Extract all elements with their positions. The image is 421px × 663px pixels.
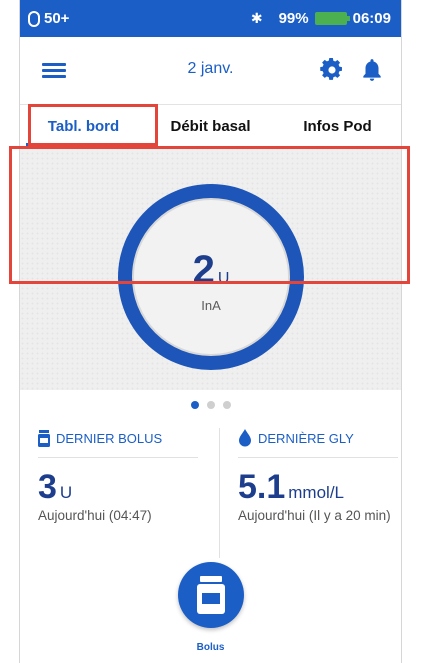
last-bolus-header: DERNIER BOLUS xyxy=(38,428,208,448)
last-glucose-card: DERNIÈRE GLY 5.1 mmol/L Aujourd'hui (Il y… xyxy=(238,428,401,524)
highlight-tab-frame xyxy=(28,104,158,146)
last-glucose-rule xyxy=(238,457,398,458)
bolus-button-label[interactable]: Bolus xyxy=(20,642,401,653)
phone-screen: 50+ ✱ 99% 06:09 2 janv. Tabl. bord Débit… xyxy=(19,0,402,663)
gear-icon[interactable] xyxy=(319,57,345,83)
page-dot-2 xyxy=(206,401,215,409)
system-status: ✱ 99% 06:09 xyxy=(251,10,391,27)
battery-icon xyxy=(314,12,350,25)
page-indicator xyxy=(20,396,401,414)
last-glucose-title: DERNIÈRE GLY xyxy=(258,430,354,446)
bluetooth-icon: ✱ xyxy=(250,10,263,26)
page-dot-1 xyxy=(190,401,199,409)
last-glucose-time: Aujourd'hui (Il y a 20 min) xyxy=(238,508,391,523)
tab-basal-rate[interactable]: Débit basal xyxy=(147,105,274,146)
summary-divider xyxy=(219,428,220,558)
page-dot-3 xyxy=(222,401,231,409)
pod-level: 50+ xyxy=(44,10,70,27)
status-bar: 50+ ✱ 99% 06:09 xyxy=(20,0,401,37)
last-bolus-time: Aujourd'hui (04:47) xyxy=(38,508,152,523)
app-header: 2 janv. xyxy=(20,37,401,104)
last-bolus-rule xyxy=(38,457,198,458)
pod-status: 50+ xyxy=(28,10,69,27)
blood-drop-icon xyxy=(239,429,251,447)
last-bolus-unit: U xyxy=(59,483,73,502)
last-glucose-unit: mmol/L xyxy=(288,483,344,502)
last-bolus-value: 3 xyxy=(38,468,57,506)
battery-percent: 99% xyxy=(278,10,309,27)
last-glucose-amount: 5.1 mmol/L xyxy=(238,468,401,507)
bolus-vial-icon xyxy=(197,576,225,614)
tab-pod-info[interactable]: Infos Pod xyxy=(274,105,401,146)
last-glucose-value: 5.1 xyxy=(238,468,286,506)
pod-icon xyxy=(28,10,40,27)
highlight-panel-frame xyxy=(9,146,410,284)
insulin-vial-icon xyxy=(38,429,50,447)
bell-icon[interactable] xyxy=(359,57,385,83)
last-bolus-amount: 3U xyxy=(38,468,208,507)
clock: 06:09 xyxy=(352,10,391,27)
iob-label: InA xyxy=(201,298,221,313)
last-bolus-card: DERNIER BOLUS 3U Aujourd'hui (04:47) xyxy=(38,428,208,524)
last-bolus-title: DERNIER BOLUS xyxy=(56,430,163,446)
last-glucose-header: DERNIÈRE GLY xyxy=(238,428,401,448)
bolus-button[interactable] xyxy=(178,562,244,628)
